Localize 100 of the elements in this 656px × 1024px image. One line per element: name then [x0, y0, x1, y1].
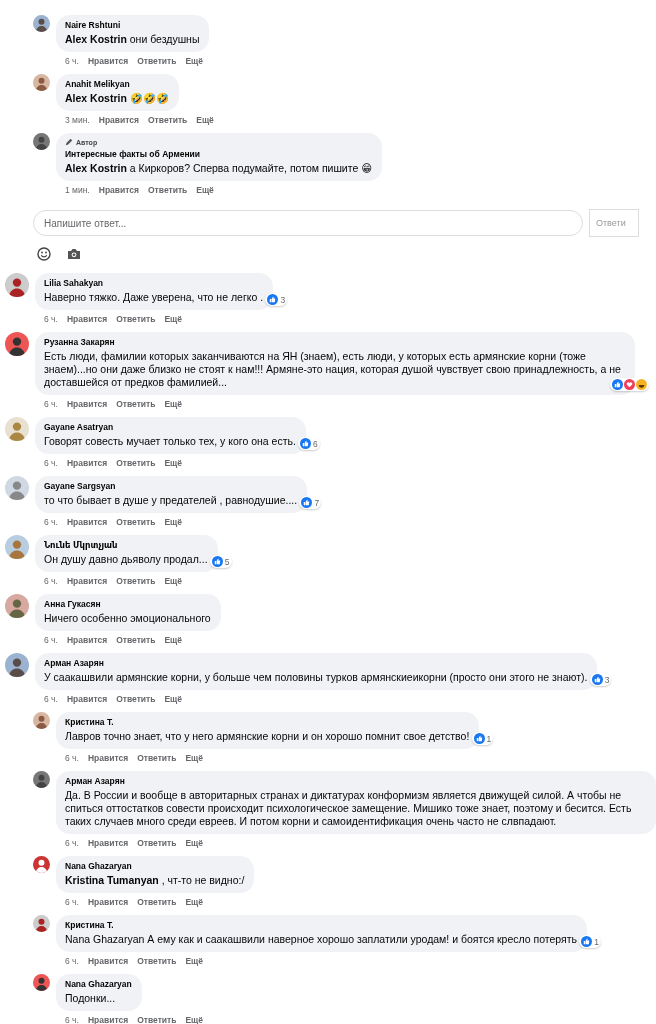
comment-action-link[interactable]: Ответить [148, 185, 188, 195]
comment-time[interactable]: 6 ч. [65, 753, 79, 763]
avatar[interactable] [5, 273, 29, 297]
comment-time[interactable]: 6 ч. [44, 635, 58, 645]
reaction-count[interactable]: 7 [299, 496, 322, 509]
camera-icon[interactable] [67, 247, 81, 261]
comment-action-link[interactable]: Ответить [137, 1015, 177, 1024]
comment-action-link[interactable]: Нравится [87, 956, 129, 966]
comment-time[interactable]: 1 мин. [65, 185, 90, 195]
avatar[interactable] [33, 74, 50, 91]
avatar[interactable] [5, 653, 29, 677]
comment-action-link[interactable]: Ответить [116, 576, 156, 586]
avatar[interactable] [33, 974, 50, 991]
comment-time[interactable]: 6 ч. [65, 838, 79, 848]
comment-action-link[interactable]: Нравится [66, 576, 108, 586]
comment-action-link[interactable]: Нравится [66, 694, 108, 704]
author-name[interactable]: Кристина Т. [65, 717, 470, 727]
author-name[interactable]: Naire Rshtuni [65, 20, 200, 30]
comment-action-link[interactable]: Ответить [137, 897, 177, 907]
comment-time[interactable]: 6 ч. [44, 576, 58, 586]
comment-action-link[interactable]: Ещё [164, 576, 182, 586]
reaction-count[interactable] [610, 378, 649, 391]
comment-action-link[interactable]: Ещё [164, 694, 182, 704]
comment-action-link[interactable]: Ответить [137, 56, 177, 66]
comment-text: Он душу давно дьяволу продал... [44, 553, 208, 566]
comment-action-link[interactable]: Ответить [148, 115, 188, 125]
avatar[interactable] [5, 594, 29, 618]
comment-action-link[interactable]: Ещё [196, 185, 214, 195]
comment-action-link[interactable]: Ответить [116, 517, 156, 527]
comment-action-link[interactable]: Нравится [98, 115, 139, 125]
comment-time[interactable]: 6 ч. [44, 399, 58, 409]
comment-action-link[interactable]: Нравится [87, 753, 129, 763]
comment-action-link[interactable]: Ещё [185, 1015, 203, 1024]
author-name[interactable]: Арман Азарян [65, 776, 646, 786]
comment-action-link[interactable]: Ответить [137, 753, 177, 763]
author-name[interactable]: Gayane Sargsyan [44, 481, 298, 491]
comment-action-link[interactable]: Ответить [116, 314, 156, 324]
comment-time[interactable]: 6 ч. [44, 517, 58, 527]
reaction-count[interactable]: 3 [265, 293, 288, 306]
comment-text: Ничего особенно эмоционального [44, 612, 211, 625]
avatar[interactable] [33, 133, 50, 150]
comment-action-link[interactable]: Ещё [164, 458, 182, 468]
comment-action-link[interactable]: Нравится [66, 458, 108, 468]
comment-time[interactable]: 6 ч. [65, 956, 79, 966]
reply-field[interactable]: Напишите ответ... [33, 210, 583, 236]
comment-action-link[interactable]: Нравится [98, 185, 139, 195]
comment-action-link[interactable]: Ответить [137, 838, 177, 848]
comment-text: Alex Kostrin а Киркоров? Сперва подумайте, потом пишите 😁 [65, 162, 373, 175]
comment-time[interactable]: 6 ч. [65, 56, 79, 66]
comment-action-link[interactable]: Ещё [164, 399, 182, 409]
comment-action-link[interactable]: Ответить [137, 956, 177, 966]
send-button[interactable]: Ответи [589, 209, 639, 237]
author-name[interactable]: Nana Ghazaryan [65, 979, 132, 989]
comment-action-link[interactable]: Ещё [185, 838, 203, 848]
comment-time[interactable]: 3 мин. [65, 115, 90, 125]
comment-action-link[interactable]: Ответить [116, 635, 156, 645]
comment-action-link[interactable]: Нравится [66, 399, 108, 409]
comment-time[interactable]: 6 ч. [44, 458, 58, 468]
comment-time[interactable]: 6 ч. [65, 897, 79, 907]
author-name[interactable]: Nana Ghazaryan [65, 861, 245, 871]
comment-action-link[interactable]: Нравится [66, 635, 108, 645]
comment-action-link[interactable]: Нравится [87, 838, 129, 848]
comment-time[interactable]: 6 ч. [44, 314, 58, 324]
author-name[interactable]: Рузанна Закарян [44, 337, 625, 347]
comment-action-link[interactable]: Нравится [87, 1015, 129, 1024]
comment-action-link[interactable]: Ответить [116, 694, 156, 704]
comment-action-link[interactable]: Ответить [116, 399, 156, 409]
avatar[interactable] [33, 15, 50, 32]
comment-action-link[interactable]: Ответить [116, 458, 156, 468]
author-name[interactable]: Арман Азарян [44, 658, 588, 668]
comment-time[interactable]: 6 ч. [44, 694, 58, 704]
comment-action-link[interactable]: Нравится [66, 314, 108, 324]
author-name[interactable]: Кристина Т. [65, 920, 578, 930]
avatar[interactable] [33, 915, 50, 932]
smiley-icon[interactable] [37, 247, 51, 261]
comment-text: Да. В России и вообще в авторитарных странах и диктатурах конформизм является движущей силой. А чтобы не спиться оттостатков совести происходит психологическое замещение. Мишико тоже знает, поэтому и бесится. Есть таких случаев много среди евреев. И потом корни и самоидентификация очень часто не слвпадают. [65, 789, 633, 828]
comment-action-link[interactable]: Ещё [164, 517, 182, 527]
comment-action-link[interactable]: Нравится [87, 897, 129, 907]
comment-action-link[interactable]: Ещё [196, 115, 214, 125]
comment-action-link[interactable]: Ещё [185, 753, 203, 763]
comment-action-link[interactable]: Ещё [185, 56, 203, 66]
author-name[interactable]: Նունե Մկրտչյան [44, 540, 208, 550]
comment-action-link[interactable]: Ещё [164, 314, 182, 324]
author-name[interactable]: Интересные факты об Армении [65, 149, 373, 159]
author-name[interactable]: Gayane Asatryan [44, 422, 296, 432]
avatar[interactable] [33, 771, 50, 788]
comment-action-link[interactable]: Ещё [164, 635, 182, 645]
comment-action-link[interactable]: Ещё [185, 897, 203, 907]
comment-time[interactable]: 6 ч. [65, 1015, 79, 1024]
reaction-count[interactable]: 1 [579, 935, 602, 948]
reaction-count[interactable]: 6 [298, 437, 320, 450]
avatar[interactable] [33, 712, 50, 729]
avatar[interactable] [5, 332, 29, 356]
author-name[interactable]: Anahit Melikyan [65, 79, 169, 89]
comment-text: Говорят совесть мучает только тех, у кого она есть. [44, 435, 296, 448]
comment-action-link[interactable]: Нравится [66, 517, 108, 527]
author-name[interactable]: Lilia Sahakyan [44, 278, 264, 288]
comment-action-link[interactable]: Ещё [185, 956, 203, 966]
author-name[interactable]: Анна Гукасян [44, 599, 211, 609]
comment-action-link[interactable]: Нравится [87, 56, 129, 66]
